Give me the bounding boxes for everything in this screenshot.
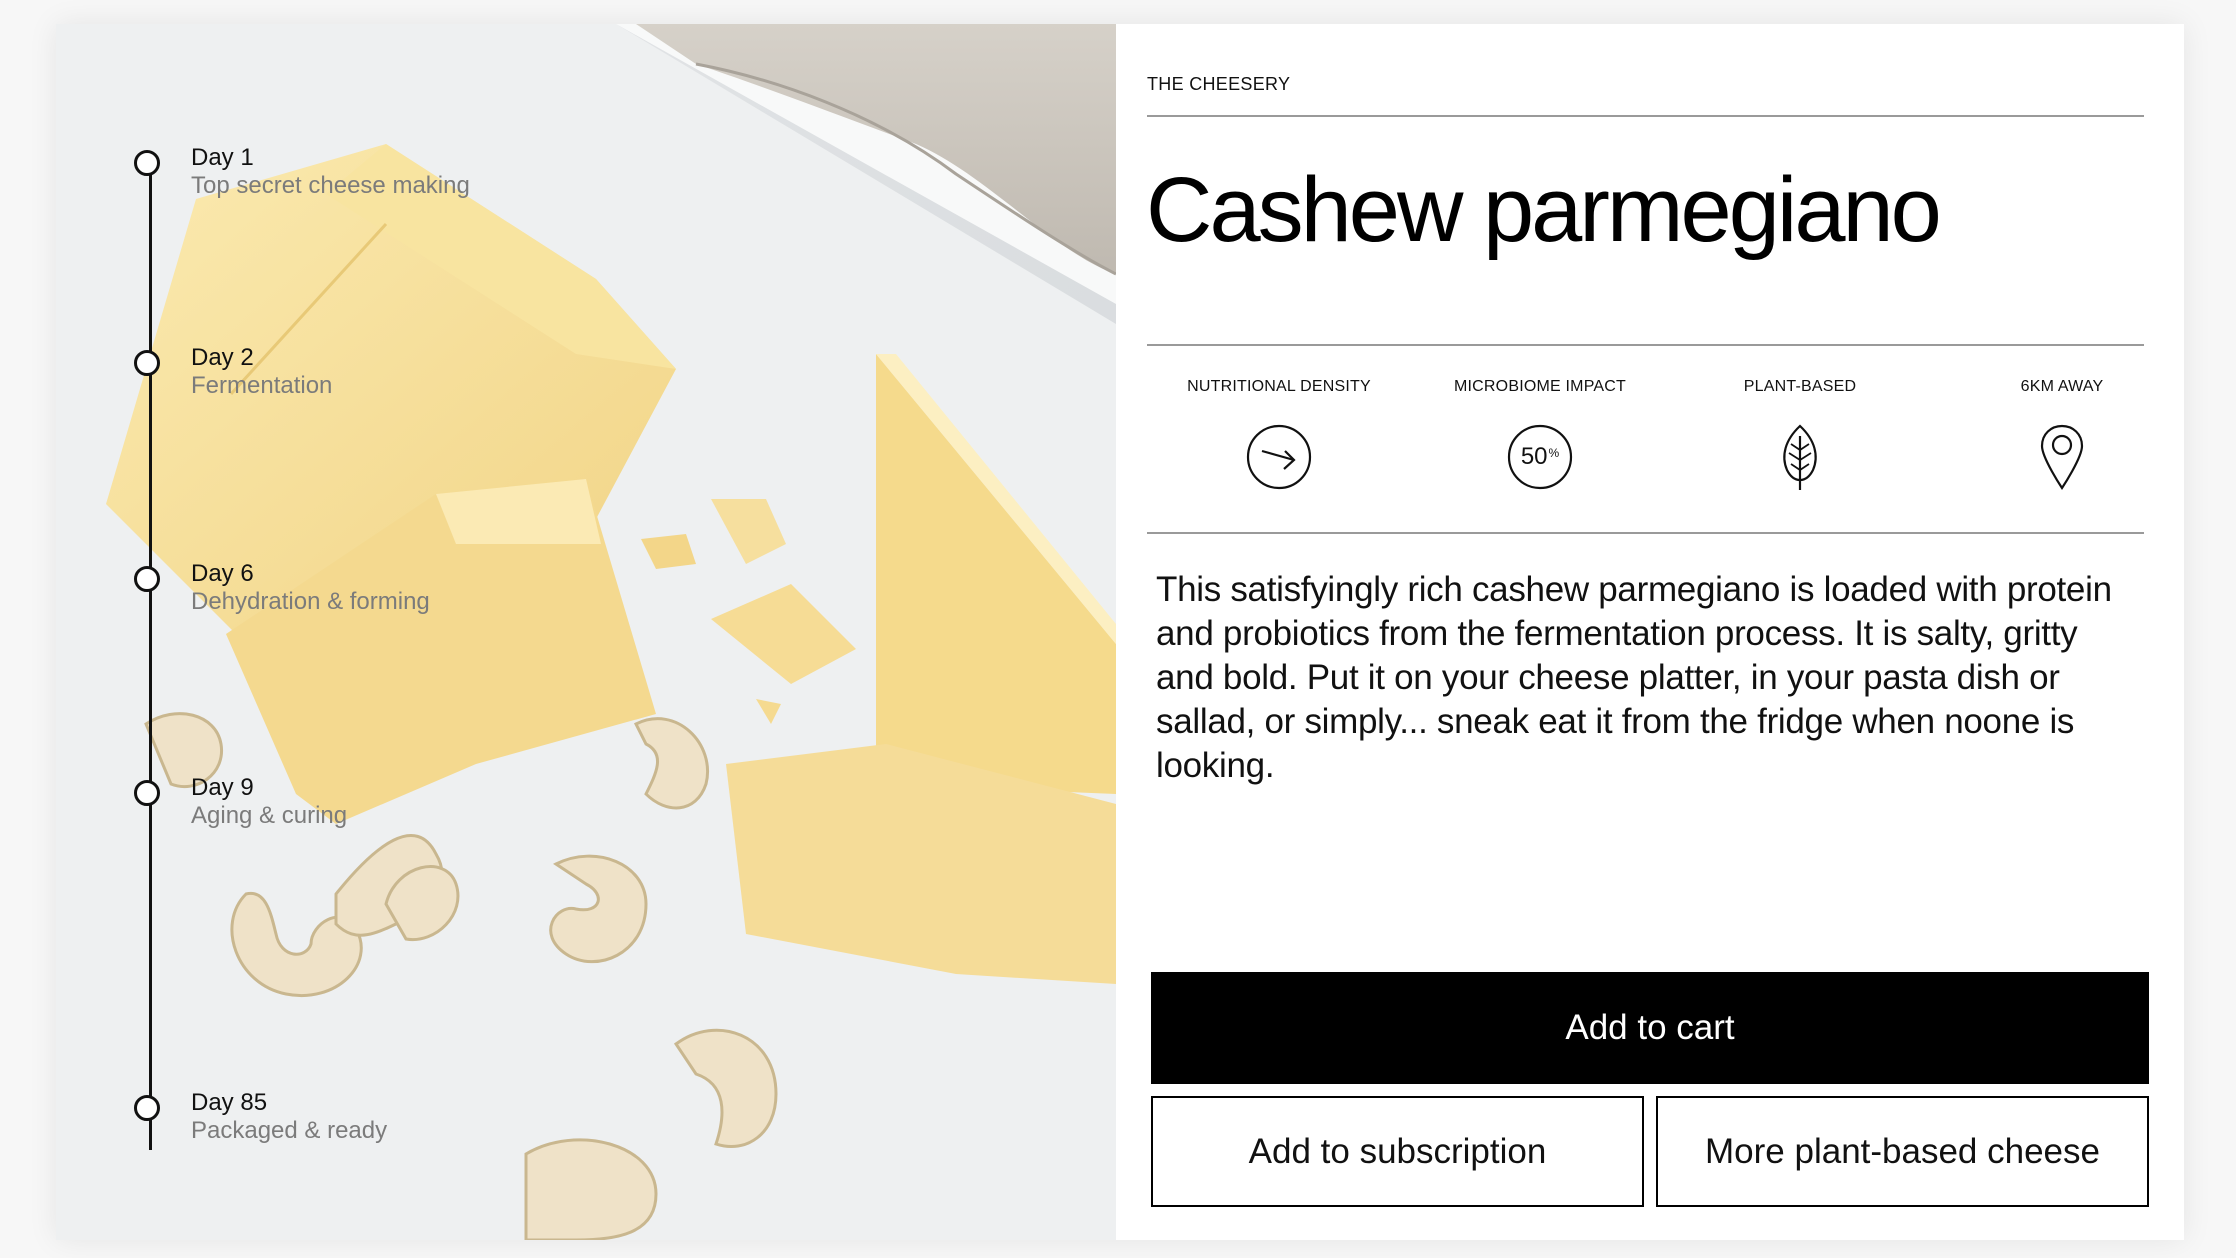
- add-to-cart-button[interactable]: Add to cart: [1151, 972, 2149, 1084]
- timeline-dot: [134, 566, 160, 592]
- product-card: Day 1 Top secret cheese making Day 2 Fer…: [56, 24, 2184, 1240]
- arrow-right-circle-icon: [1244, 422, 1314, 492]
- timeline-desc: Top secret cheese making: [191, 172, 470, 199]
- product-title: Cashew parmegiano: [1146, 159, 1942, 261]
- timeline-day: Day 9: [191, 774, 254, 801]
- attribute-label: NUTRITIONAL DENSITY: [1187, 378, 1371, 395]
- cheese-photo-illustration: [56, 24, 1116, 1240]
- attribute-distance: 6KM AWAY: [1942, 378, 2182, 492]
- attribute-plant-based: PLANT-BASED: [1680, 378, 1920, 492]
- product-description: This satisfyingly rich cashew parmegiano…: [1156, 570, 2112, 785]
- brand-name: THE CHEESERY: [1147, 74, 1291, 94]
- percent-circle-icon: 50%: [1505, 422, 1575, 492]
- leaf-icon: [1765, 422, 1835, 492]
- divider: [1147, 115, 2144, 117]
- timeline-dot: [134, 150, 160, 176]
- product-photo: Day 1 Top secret cheese making Day 2 Fer…: [56, 24, 1116, 1240]
- add-to-subscription-button[interactable]: Add to subscription: [1151, 1096, 1644, 1207]
- timeline-day: Day 6: [191, 560, 254, 587]
- divider: [1147, 532, 2144, 534]
- microbiome-value: 50%: [1520, 443, 1560, 470]
- timeline-dot: [134, 780, 160, 806]
- attribute-label: PLANT-BASED: [1743, 378, 1857, 395]
- timeline-day: Day 85: [191, 1089, 268, 1116]
- timeline-desc: Packaged & ready: [191, 1117, 388, 1144]
- timeline-dot: [134, 350, 160, 376]
- timeline-desc: Aging & curing: [191, 802, 348, 829]
- timeline-line: [149, 163, 152, 1150]
- attribute-nutritional-density: NUTRITIONAL DENSITY: [1159, 378, 1399, 492]
- product-info: THE CHEESERY Cashew parmegiano NUTRITION…: [1146, 24, 2156, 1240]
- attribute-label: 6KM AWAY: [2020, 378, 2104, 395]
- timeline-desc: Dehydration & forming: [191, 588, 430, 615]
- timeline-day: Day 1: [191, 144, 254, 171]
- more-plant-based-cheese-button[interactable]: More plant-based cheese: [1656, 1096, 2149, 1207]
- timeline-dot: [134, 1095, 160, 1121]
- divider: [1147, 344, 2144, 346]
- timeline-day: Day 2: [191, 344, 254, 371]
- attribute-microbiome-impact: MICROBIOME IMPACT 50%: [1420, 378, 1660, 492]
- attribute-label: MICROBIOME IMPACT: [1454, 378, 1626, 395]
- timeline-desc: Fermentation: [191, 372, 333, 399]
- location-pin-icon: [2027, 422, 2097, 492]
